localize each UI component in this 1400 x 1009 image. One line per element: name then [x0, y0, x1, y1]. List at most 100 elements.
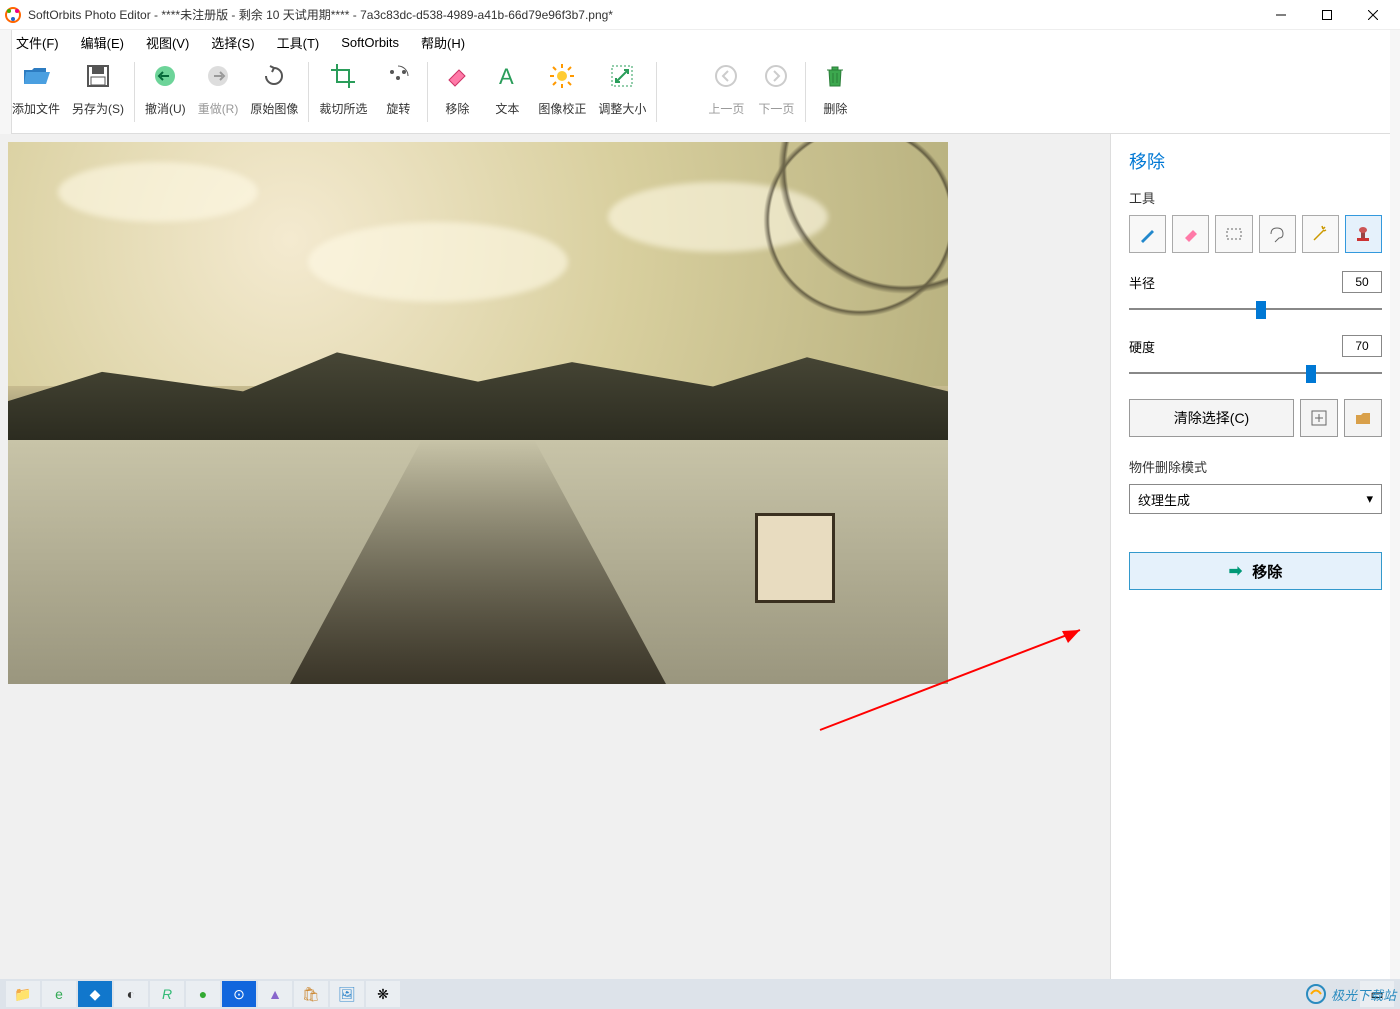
taskbar-app1-icon[interactable]: ◆ — [78, 981, 112, 1007]
next-icon — [762, 62, 790, 90]
hardness-label: 硬度 — [1129, 337, 1155, 356]
toolbar-separator — [656, 62, 657, 122]
removal-mode-dropdown[interactable]: 纹理生成 ▾ — [1129, 484, 1382, 514]
menu-view[interactable]: 视图(V) — [138, 31, 197, 54]
magic-wand-tool[interactable] — [1302, 215, 1339, 253]
taskbar-app3-icon[interactable]: R — [150, 981, 184, 1007]
panel-title: 移除 — [1129, 148, 1382, 174]
next-label: 下一页 — [758, 100, 794, 117]
radius-slider[interactable] — [1129, 297, 1382, 321]
rotate-icon — [384, 62, 412, 90]
taskbar-store-icon[interactable]: 🛍 — [294, 981, 328, 1007]
canvas-image[interactable] — [8, 142, 948, 684]
undo-icon — [151, 62, 179, 90]
save-mask-button[interactable] — [1300, 399, 1338, 437]
correction-button[interactable]: 图像校正 — [532, 62, 592, 117]
undo-button[interactable]: 撤消(U) — [139, 62, 192, 117]
watermark: 极光下载站 — [1305, 983, 1396, 1005]
marker-tool[interactable] — [1129, 215, 1166, 253]
menu-edit[interactable]: 编辑(E) — [73, 31, 132, 54]
tool-label: 工具 — [1129, 188, 1382, 207]
undo-label: 撤消(U) — [145, 100, 186, 117]
eraser-icon — [443, 62, 471, 90]
maximize-button[interactable] — [1304, 1, 1350, 29]
remove-button[interactable]: 移除 — [432, 62, 482, 117]
clear-selection-button[interactable]: 清除选择(C) — [1129, 399, 1294, 437]
taskbar-wechat-icon[interactable]: ● — [186, 981, 220, 1007]
text-button[interactable]: A 文本 — [482, 62, 532, 117]
crop-button[interactable]: 裁切所选 — [313, 62, 373, 117]
folder-open-icon — [22, 62, 50, 90]
revert-icon — [260, 62, 288, 90]
watermark-logo-icon — [1305, 983, 1327, 1005]
add-file-button[interactable]: 添加文件 — [6, 62, 66, 117]
resize-icon — [608, 62, 636, 90]
prev-label: 上一页 — [708, 100, 744, 117]
save-as-label: 另存为(S) — [72, 100, 124, 117]
menu-tool[interactable]: 工具(T) — [269, 31, 328, 54]
taskbar-explorer-icon[interactable]: 📁 — [6, 981, 40, 1007]
resize-button[interactable]: 调整大小 — [592, 62, 652, 117]
save-as-button[interactable]: 另存为(S) — [66, 62, 130, 117]
watermark-text: 极光下载站 — [1331, 985, 1396, 1004]
resize-label: 调整大小 — [598, 100, 646, 117]
hardness-slider[interactable] — [1129, 361, 1382, 385]
delete-button[interactable]: 删除 — [810, 62, 860, 117]
add-file-label: 添加文件 — [12, 100, 60, 117]
load-mask-button[interactable] — [1344, 399, 1382, 437]
original-label: 原始图像 — [250, 100, 298, 117]
removal-mode-value: 纹理生成 — [1138, 490, 1190, 509]
rotate-button[interactable]: 旋转 — [373, 62, 423, 117]
arrow-right-icon: ➡ — [1229, 561, 1242, 581]
toolbar-separator — [805, 62, 806, 122]
removal-mode-label: 物件删除模式 — [1129, 457, 1382, 476]
menu-file[interactable]: 文件(F) — [8, 31, 67, 54]
titlebar: SoftOrbits Photo Editor - ****未注册版 - 剩余 … — [0, 0, 1400, 30]
save-icon — [84, 62, 112, 90]
lasso-tool[interactable] — [1259, 215, 1296, 253]
minimize-button[interactable] — [1258, 1, 1304, 29]
rectangle-select-tool[interactable] — [1215, 215, 1252, 253]
tool-row — [1129, 215, 1382, 253]
apply-remove-button[interactable]: ➡ 移除 — [1129, 552, 1382, 590]
correction-label: 图像校正 — [538, 100, 586, 117]
remove-label: 移除 — [445, 100, 469, 117]
delete-label: 删除 — [823, 100, 847, 117]
toolbar-separator — [134, 62, 135, 122]
prev-icon — [712, 62, 740, 90]
crop-label: 裁切所选 — [319, 100, 367, 117]
taskbar-app2-icon[interactable]: ◐ — [114, 981, 148, 1007]
toolbar: 添加文件 另存为(S) 撤消(U) 重做(R) 原始图像 裁切所选 旋转 移除 … — [0, 54, 1400, 134]
radius-value[interactable]: 50 — [1342, 271, 1382, 293]
original-button[interactable]: 原始图像 — [244, 62, 304, 117]
hardness-value[interactable]: 70 — [1342, 335, 1382, 357]
text-label: 文本 — [495, 100, 519, 117]
next-button[interactable]: 下一页 — [751, 62, 801, 117]
brightness-icon — [548, 62, 576, 90]
menu-softorbits[interactable]: SoftOrbits — [333, 33, 407, 52]
redo-label: 重做(R) — [198, 100, 239, 117]
taskbar-softorbits-icon[interactable]: ❋ — [366, 981, 400, 1007]
taskbar-edge-icon[interactable]: e — [42, 981, 76, 1007]
menu-help[interactable]: 帮助(H) — [413, 31, 473, 54]
window-title: SoftOrbits Photo Editor - ****未注册版 - 剩余 … — [28, 6, 1258, 23]
stamp-tool[interactable] — [1345, 215, 1382, 253]
taskbar: 📁 e ◆ ◐ R ● ⊙ ▲ 🛍 🖼 ❋ ▭ — [0, 979, 1400, 1009]
close-button[interactable] — [1350, 1, 1396, 29]
rotate-label: 旋转 — [386, 100, 410, 117]
toolbar-separator — [427, 62, 428, 122]
canvas-zone[interactable] — [0, 134, 1110, 979]
right-strip — [1390, 30, 1400, 979]
app-logo-icon — [4, 6, 22, 24]
prev-button[interactable]: 上一页 — [701, 62, 751, 117]
eraser-tool[interactable] — [1172, 215, 1209, 253]
menu-select[interactable]: 选择(S) — [203, 31, 262, 54]
redo-button[interactable]: 重做(R) — [192, 62, 245, 117]
taskbar-app5-icon[interactable]: ▲ — [258, 981, 292, 1007]
taskbar-app4-icon[interactable]: ⊙ — [222, 981, 256, 1007]
redo-icon — [204, 62, 232, 90]
trash-icon — [821, 62, 849, 90]
taskbar-photos-icon[interactable]: 🖼 — [330, 981, 364, 1007]
sidebar-panel: 移除 工具 半径 50 硬度 70 清除选择(C) 物件 — [1110, 134, 1400, 979]
radius-label: 半径 — [1129, 273, 1155, 292]
